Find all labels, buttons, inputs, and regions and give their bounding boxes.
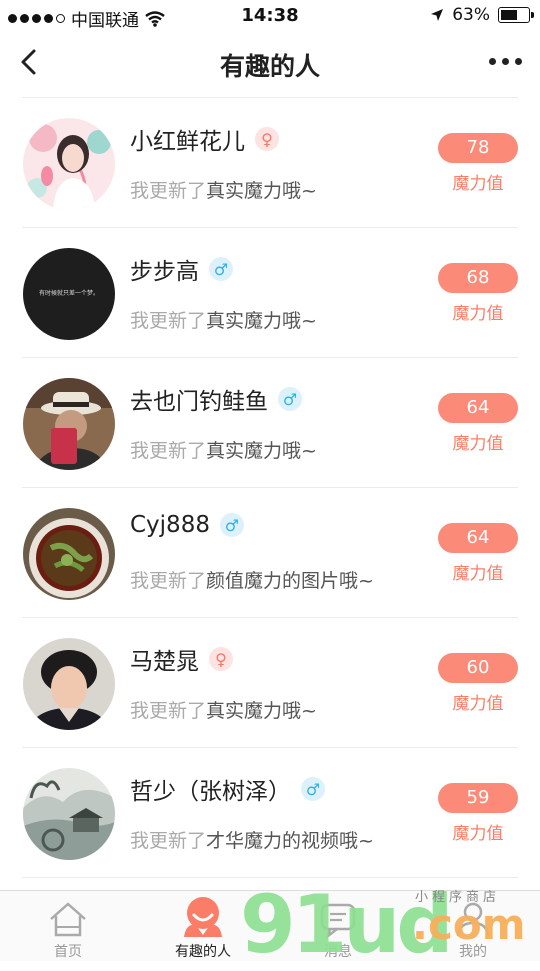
person-row[interactable]: 马楚晁 ♀ 我更新了真实魔力哦~ 60 魔力值 — [0, 618, 540, 748]
update-prefix: 我更新了 — [130, 180, 207, 202]
update-prefix: 我更新了 — [130, 310, 207, 332]
avatar[interactable] — [23, 768, 115, 860]
name-line: Cyj888 ♂ — [130, 512, 244, 538]
update-detail: 才华魔力的视频哦~ — [206, 830, 374, 852]
magic-label: 魔力值 — [452, 694, 504, 714]
magic-score-badge: 59 — [438, 783, 518, 813]
tab-bar: 首页 有趣的人 消息 我的 — [0, 890, 540, 961]
update-text: 我更新了真实魔力哦~ — [130, 176, 317, 203]
update-prefix: 我更新了 — [130, 830, 207, 852]
home-icon — [50, 902, 86, 937]
magic-score-badge: 78 — [438, 133, 518, 163]
tab-messages[interactable]: 消息 — [278, 891, 398, 961]
more-options-icon[interactable] — [489, 58, 522, 65]
name-line: 去也门钓鲑鱼 ♂ — [130, 382, 302, 416]
female-icon: ♀ — [209, 647, 233, 671]
person-row[interactable]: 小红鲜花儿 ♀ 我更新了真实魔力哦~ 78 魔力值 — [0, 98, 540, 228]
tab-profile[interactable]: 我的 — [413, 891, 533, 961]
tab-home[interactable]: 首页 — [8, 891, 128, 961]
avatar-caption: 有时候就只差一个梦。 — [38, 290, 99, 297]
location-arrow-icon — [431, 9, 444, 21]
magic-label: 魔力值 — [452, 564, 504, 584]
tab-label: 有趣的人 — [175, 944, 231, 960]
update-text: 我更新了真实魔力哦~ — [130, 436, 317, 463]
magic-label: 魔力值 — [452, 824, 504, 844]
magic-score-badge: 64 — [438, 393, 518, 423]
person-row[interactable]: 有时候就只差一个梦。 步步高 ♂ 我更新了真实魔力哦~ 68 魔力值 — [0, 228, 540, 358]
male-icon: ♂ — [278, 387, 302, 411]
status-right: 63% — [430, 5, 534, 25]
update-detail: 真实魔力哦~ — [206, 440, 317, 462]
profile-icon — [456, 902, 490, 937]
name-line: 小红鲜花儿 ♀ — [130, 122, 279, 156]
person-name: Cyj888 — [130, 512, 210, 538]
update-prefix: 我更新了 — [130, 440, 207, 462]
people-icon — [184, 897, 222, 937]
female-icon: ♀ — [255, 127, 279, 151]
person-row[interactable]: Cyj888 ♂ 我更新了颜值魔力的图片哦~ 64 魔力值 — [0, 488, 540, 618]
name-line: 哲少（张树泽） ♂ — [130, 772, 325, 806]
person-name: 去也门钓鲑鱼 — [130, 389, 268, 415]
update-text: 我更新了颜值魔力的图片哦~ — [130, 566, 374, 593]
magic-label: 魔力值 — [452, 304, 504, 324]
people-list: 小红鲜花儿 ♀ 我更新了真实魔力哦~ 78 魔力值 有时候就只差一个梦。 步步高… — [0, 98, 540, 878]
male-icon: ♂ — [301, 777, 325, 801]
person-name: 哲少（张树泽） — [130, 779, 291, 805]
update-detail: 真实魔力哦~ — [206, 180, 317, 202]
update-prefix: 我更新了 — [130, 700, 207, 722]
update-text: 我更新了真实魔力哦~ — [130, 696, 317, 723]
message-icon — [320, 903, 356, 939]
avatar[interactable] — [23, 378, 115, 470]
update-detail: 真实魔力哦~ — [206, 310, 317, 332]
magic-score-badge: 60 — [438, 653, 518, 683]
update-text: 我更新了才华魔力的视频哦~ — [130, 826, 374, 853]
magic-label: 魔力值 — [452, 434, 504, 454]
male-icon: ♂ — [219, 513, 244, 537]
tab-label: 消息 — [324, 944, 352, 960]
person-name: 小红鲜花儿 — [130, 129, 245, 155]
update-text: 我更新了真实魔力哦~ — [130, 306, 317, 333]
person-row[interactable]: 哲少（张树泽） ♂ 我更新了才华魔力的视频哦~ 59 魔力值 — [0, 748, 540, 878]
avatar[interactable] — [23, 638, 115, 730]
avatar[interactable] — [23, 508, 115, 600]
avatar[interactable]: 有时候就只差一个梦。 — [23, 248, 115, 340]
tab-interesting-people[interactable]: 有趣的人 — [143, 891, 263, 961]
update-detail: 颜值魔力的图片哦~ — [206, 570, 374, 592]
navigation-bar: 有趣的人 — [0, 32, 540, 96]
page-title: 有趣的人 — [219, 52, 320, 81]
tab-label: 我的 — [459, 944, 487, 960]
battery-icon — [498, 7, 534, 23]
update-detail: 真实魔力哦~ — [206, 700, 317, 722]
magic-score-badge: 68 — [438, 263, 518, 293]
tab-label: 首页 — [54, 944, 82, 960]
update-prefix: 我更新了 — [130, 570, 207, 592]
magic-label: 魔力值 — [452, 174, 504, 194]
row-divider — [22, 877, 518, 878]
avatar[interactable] — [23, 118, 115, 210]
male-icon: ♂ — [209, 257, 233, 281]
person-name: 马楚晁 — [130, 649, 199, 675]
battery-percent: 63% — [452, 5, 490, 25]
name-line: 马楚晁 ♀ — [130, 642, 233, 676]
magic-score-badge: 64 — [438, 523, 518, 553]
person-name: 步步高 — [130, 259, 199, 285]
name-line: 步步高 ♂ — [130, 252, 233, 286]
person-row[interactable]: 去也门钓鲑鱼 ♂ 我更新了真实魔力哦~ 64 魔力值 — [0, 358, 540, 488]
status-bar: 中国联通 14:38 63% — [0, 0, 540, 32]
